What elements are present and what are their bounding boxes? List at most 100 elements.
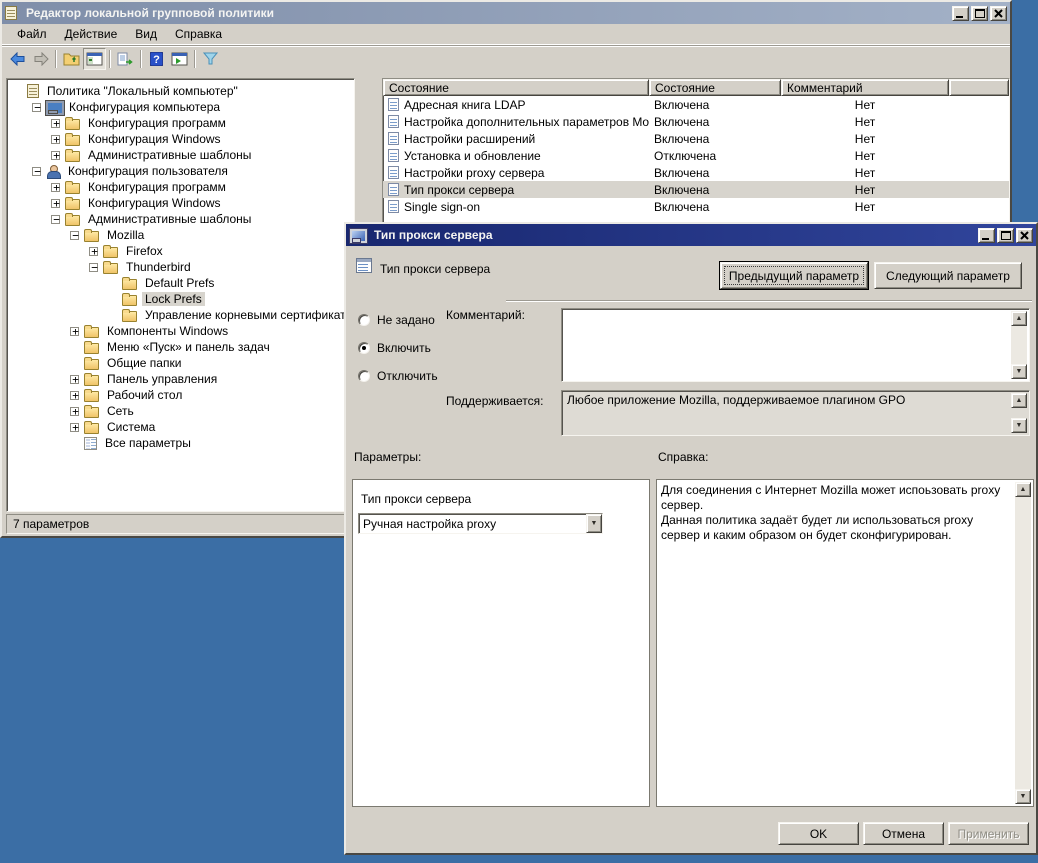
menu-файл[interactable]: Файл	[8, 25, 56, 43]
list-row[interactable]: Настройки proxy сервераВключенаНет	[383, 164, 1009, 181]
console-tree-icon[interactable]	[83, 48, 106, 70]
tree-item[interactable]: + Конфигурация Windows	[11, 195, 352, 211]
list-row[interactable]: Single sign-onВключенаНет	[383, 198, 1009, 215]
minimize-button[interactable]	[952, 6, 969, 21]
tree-item[interactable]: −Thunderbird	[11, 259, 352, 275]
tree-item-label[interactable]: Административные шаблоны	[85, 212, 254, 226]
column-header-1[interactable]: Состояние	[383, 79, 649, 96]
tree-item-label[interactable]: Меню «Пуск» и панель задач	[104, 340, 273, 354]
tree-item[interactable]: + Панель управления	[11, 371, 352, 387]
minimize-button[interactable]	[978, 228, 995, 243]
setting-cell[interactable]: Single sign-on	[383, 200, 649, 214]
tree-item-label[interactable]: Все параметры	[102, 436, 194, 450]
export-list-icon[interactable]	[114, 48, 137, 70]
back-icon[interactable]	[6, 48, 29, 70]
column-header-3[interactable]: Комментарий	[781, 79, 949, 96]
tree-item-label[interactable]: Thunderbird	[123, 260, 194, 274]
tree-item-label[interactable]: Конфигурация Windows	[85, 196, 224, 210]
tree-item-label[interactable]: Конфигурация Windows	[85, 132, 224, 146]
forward-icon[interactable]	[29, 48, 52, 70]
tree-item-label[interactable]: Конфигурация программ	[85, 180, 229, 194]
expand-icon[interactable]: +	[51, 119, 60, 128]
collapse-icon[interactable]: −	[51, 215, 60, 224]
tree-item[interactable]: + Компоненты Windows	[11, 323, 352, 339]
tree-item[interactable]: + Firefox	[11, 243, 352, 259]
radio-option[interactable]: Включить	[358, 341, 431, 355]
expand-icon[interactable]: +	[89, 247, 98, 256]
filter-icon[interactable]	[199, 48, 222, 70]
tree-item-label[interactable]: Политика "Локальный компьютер"	[44, 84, 241, 98]
expand-icon[interactable]: +	[70, 391, 79, 400]
tree-item-label[interactable]: Default Prefs	[142, 276, 217, 290]
maximize-button[interactable]	[971, 6, 988, 21]
radio-checked-icon[interactable]	[358, 342, 370, 354]
tree-item-label[interactable]: Конфигурация программ	[85, 116, 229, 130]
expand-icon[interactable]: +	[70, 407, 79, 416]
setting-cell[interactable]: Тип прокси сервера	[383, 183, 649, 197]
collapse-icon[interactable]: −	[32, 103, 41, 112]
menu-вид[interactable]: Вид	[126, 25, 166, 43]
tree-item[interactable]: Меню «Пуск» и панель задач	[11, 339, 352, 355]
supported-scrollbar[interactable]: ▲ ▼	[1011, 393, 1027, 433]
main-title-bar[interactable]: Редактор локальной групповой политики	[2, 2, 1010, 24]
scroll-up-icon[interactable]: ▲	[1015, 482, 1031, 497]
list-row[interactable]: Установка и обновлениеОтключенаНет	[383, 147, 1009, 164]
comment-scrollbar[interactable]: ▲ ▼	[1011, 311, 1027, 379]
scroll-up-icon[interactable]: ▲	[1011, 311, 1027, 326]
expand-icon[interactable]: +	[51, 199, 60, 208]
tree-item[interactable]: +Система	[11, 419, 352, 435]
tree-item[interactable]: Все параметры	[11, 435, 352, 451]
menu-справка[interactable]: Справка	[166, 25, 231, 43]
tree-item[interactable]: Управление корневыми сертификатами	[11, 307, 352, 323]
tree-item-label[interactable]: Управление корневыми сертификатами	[142, 308, 355, 322]
expand-icon[interactable]: +	[70, 327, 79, 336]
tree-item-label[interactable]: Общие папки	[104, 356, 184, 370]
expand-icon[interactable]: +	[51, 151, 60, 160]
expand-icon[interactable]: +	[70, 423, 79, 432]
tree-item-label[interactable]: Firefox	[123, 244, 166, 258]
maximize-button[interactable]	[997, 228, 1014, 243]
tree-item-label[interactable]: Административные шаблоны	[85, 148, 254, 162]
scroll-down-icon[interactable]: ▼	[1011, 418, 1027, 433]
close-button[interactable]	[1016, 228, 1033, 243]
close-button[interactable]	[990, 6, 1007, 21]
tree-item-label[interactable]: Конфигурация компьютера	[66, 100, 223, 114]
tree-item[interactable]: Общие папки	[11, 355, 352, 371]
expand-icon[interactable]: +	[70, 375, 79, 384]
tree-item[interactable]: +Конфигурация Windows	[11, 131, 352, 147]
list-row[interactable]: Тип прокси сервераВключенаНет	[383, 181, 1009, 198]
setting-cell[interactable]: Установка и обновление	[383, 149, 649, 163]
up-folder-icon[interactable]	[60, 48, 83, 70]
tree-item[interactable]: + Сеть	[11, 403, 352, 419]
scroll-down-icon[interactable]: ▼	[1011, 364, 1027, 379]
tree-item[interactable]: −Mozilla	[11, 227, 352, 243]
expand-icon[interactable]: +	[51, 183, 60, 192]
scroll-down-icon[interactable]: ▼	[1015, 789, 1031, 804]
setting-cell[interactable]: Адресная книга LDAP	[383, 98, 649, 112]
tree-item[interactable]: Политика "Локальный компьютер"	[11, 83, 352, 99]
tree-item-label[interactable]: Конфигурация пользователя	[65, 164, 231, 178]
help-icon[interactable]: ?	[145, 48, 168, 70]
tree-item[interactable]: + Конфигурация программ	[11, 179, 352, 195]
collapse-icon[interactable]: −	[70, 231, 79, 240]
tree-item-label[interactable]: Сеть	[104, 404, 137, 418]
dialog-title-bar[interactable]: Тип прокси сервера	[346, 224, 1036, 246]
scroll-up-icon[interactable]: ▲	[1011, 393, 1027, 408]
tree-item-label[interactable]: Панель управления	[104, 372, 220, 386]
show-window-icon[interactable]	[168, 48, 191, 70]
next-setting-button[interactable]: Следующий параметр	[874, 262, 1022, 289]
setting-cell[interactable]: Настройки расширений	[383, 132, 649, 146]
radio-unchecked-icon[interactable]	[358, 370, 370, 382]
collapse-icon[interactable]: −	[32, 167, 41, 176]
tree-item[interactable]: + Конфигурация программ	[11, 115, 352, 131]
tree-item[interactable]: Lock Prefs	[11, 291, 352, 307]
comment-input[interactable]: ▲ ▼	[561, 308, 1030, 382]
tree-item-label[interactable]: Компоненты Windows	[104, 324, 231, 338]
previous-setting-button[interactable]: Предыдущий параметр	[720, 262, 868, 289]
tree-item[interactable]: + Административные шаблоны	[11, 147, 352, 163]
list-row[interactable]: Адресная книга LDAPВключенаНет	[383, 96, 1009, 113]
help-scrollbar[interactable]: ▲ ▼	[1015, 482, 1031, 804]
ok-button[interactable]: OK	[778, 822, 859, 845]
tree-item[interactable]: − Административные шаблоны	[11, 211, 352, 227]
radio-option[interactable]: Не задано	[358, 313, 435, 327]
